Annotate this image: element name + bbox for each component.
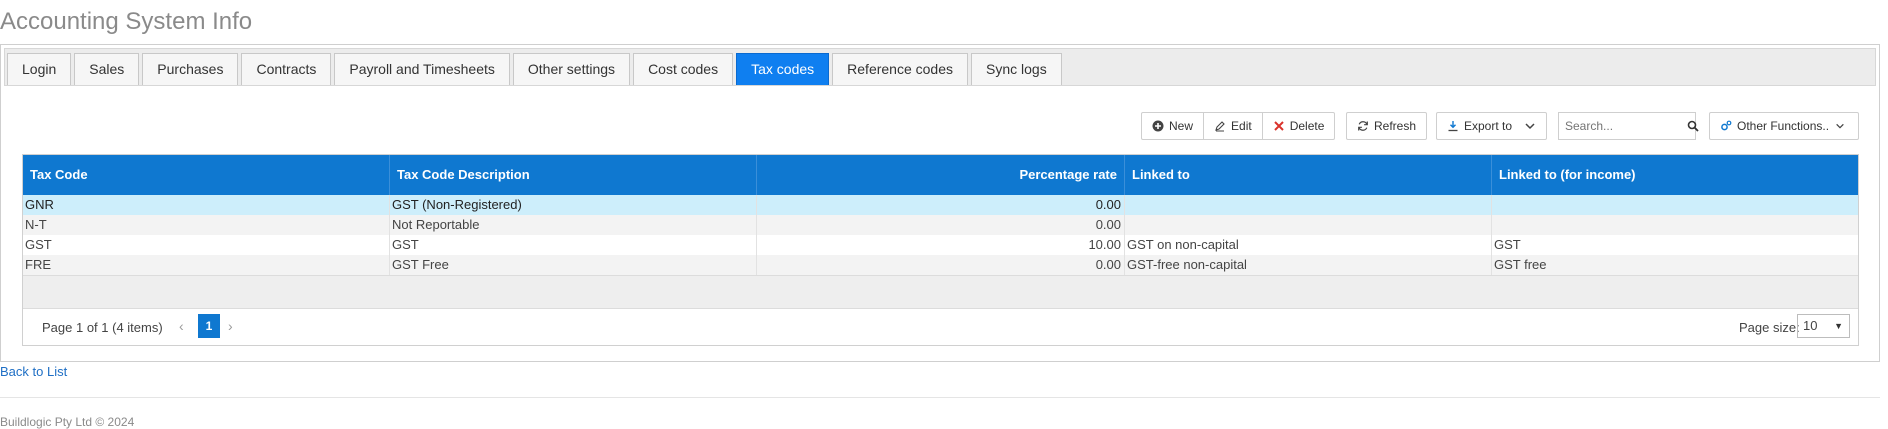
export-button-group: Export to — [1436, 112, 1547, 140]
new-button[interactable]: New — [1142, 113, 1203, 139]
cell-linked: GST-free non-capital — [1125, 255, 1492, 275]
tab-sync-logs[interactable]: Sync logs — [971, 53, 1062, 85]
delete-button-label: Delete — [1289, 119, 1325, 133]
table-row[interactable]: GNR GST (Non-Registered) 0.00 — [23, 195, 1858, 215]
column-header-percentage-rate[interactable]: Percentage rate — [757, 155, 1125, 195]
cell-tax-code: GST — [23, 235, 390, 255]
chevron-left-icon[interactable]: ‹ — [179, 318, 184, 334]
pager-info: Page 1 of 1 (4 items) — [42, 320, 163, 335]
page-number-button[interactable]: 1 — [198, 314, 220, 338]
cell-rate: 0.00 — [757, 215, 1125, 235]
tab-other-settings[interactable]: Other settings — [512, 53, 631, 85]
cell-description: Not Reportable — [390, 215, 757, 235]
new-button-label: New — [1169, 119, 1194, 133]
crud-button-group: New Edit Delete — [1141, 112, 1336, 140]
cell-linked-income: GST free — [1494, 257, 1547, 272]
cell-tax-code: GNR — [23, 195, 390, 215]
chevron-right-icon[interactable]: › — [228, 318, 233, 334]
column-header-linked-to-income[interactable]: Linked to (for income) — [1492, 155, 1858, 195]
cell-linked-income: GST — [1494, 237, 1521, 252]
tab-reference-codes[interactable]: Reference codes — [832, 53, 968, 85]
grid-empty-area — [23, 275, 1858, 309]
tax-codes-grid: Tax Code Tax Code Description Percentage… — [22, 154, 1859, 346]
page-size-label: Page size: — [1739, 320, 1800, 335]
table-row[interactable]: FRE GST Free 0.00 GST-free non-capital G… — [23, 255, 1858, 275]
download-icon — [1447, 120, 1459, 132]
refresh-icon — [1357, 120, 1369, 132]
back-to-list-link[interactable]: Back to List — [0, 364, 67, 379]
tab-cost-codes[interactable]: Cost codes — [633, 53, 734, 85]
search-icon[interactable] — [1687, 120, 1699, 132]
cell-linked: GST on non-capital — [1125, 235, 1492, 255]
cell-rate: 0.00 — [757, 195, 1125, 215]
refresh-button-label: Refresh — [1374, 119, 1417, 133]
cell-linked — [1125, 215, 1492, 235]
column-header-linked-to[interactable]: Linked to — [1125, 155, 1492, 195]
caret-down-icon: ▼ — [1834, 321, 1843, 331]
footer-divider — [0, 397, 1880, 398]
page-size-value: 10 — [1803, 318, 1818, 333]
table-row[interactable]: N-T Not Reportable 0.00 — [23, 215, 1858, 235]
refresh-button-group: Refresh — [1346, 112, 1428, 140]
other-functions-group: Other Functions.. — [1709, 112, 1859, 140]
tab-payroll-and-timesheets[interactable]: Payroll and Timesheets — [334, 53, 510, 85]
grid-rows: GNR GST (Non-Registered) 0.00 N-T Not Re… — [23, 195, 1858, 275]
tab-purchases[interactable]: Purchases — [142, 53, 239, 85]
edit-button-label: Edit — [1231, 119, 1252, 133]
cell-description: GST — [390, 235, 757, 255]
cell-tax-code: N-T — [23, 215, 390, 235]
other-functions-label: Other Functions.. — [1737, 119, 1830, 133]
other-functions-dropdown[interactable]: Other Functions.. — [1710, 113, 1858, 139]
tab-login[interactable]: Login — [7, 53, 72, 85]
page-title: Accounting System Info — [0, 8, 253, 35]
cell-linked-income — [1492, 215, 1858, 235]
tab-strip: Login Sales Purchases Contracts Payroll … — [4, 48, 1876, 86]
pager: Page 1 of 1 (4 items) ‹ 1 › Page size: 1… — [23, 308, 1858, 346]
cell-linked — [1125, 195, 1492, 215]
cell-linked-income — [1492, 195, 1858, 215]
cell-tax-code: FRE — [23, 255, 390, 275]
footer-copyright: Buildlogic Pty Ltd © 2024 — [0, 415, 135, 429]
tab-tax-codes[interactable]: Tax codes — [736, 53, 830, 85]
search-input[interactable] — [1559, 119, 1683, 133]
cell-rate: 0.00 — [757, 255, 1125, 275]
column-header-description[interactable]: Tax Code Description — [390, 155, 757, 195]
search-box — [1558, 112, 1699, 140]
delete-button[interactable]: Delete — [1261, 113, 1335, 139]
grid-header: Tax Code Tax Code Description Percentage… — [23, 155, 1858, 195]
tab-contracts[interactable]: Contracts — [241, 53, 332, 85]
tab-sales[interactable]: Sales — [74, 53, 140, 85]
refresh-button[interactable]: Refresh — [1347, 113, 1426, 139]
chevron-down-icon — [1834, 120, 1846, 132]
close-icon — [1273, 120, 1285, 132]
column-header-tax-code[interactable]: Tax Code — [23, 155, 390, 195]
export-dropdown[interactable]: Export to — [1437, 113, 1546, 139]
cell-rate: 10.00 — [757, 235, 1125, 255]
plus-circle-icon — [1152, 120, 1164, 132]
table-row[interactable]: GST GST 10.00 GST on non-capital GST — [23, 235, 1858, 255]
pencil-icon — [1214, 120, 1226, 132]
cell-description: GST Free — [390, 255, 757, 275]
page-size-select[interactable]: 10 ▼ — [1797, 314, 1850, 338]
export-button-label: Export to — [1464, 119, 1513, 133]
gears-icon — [1720, 120, 1732, 132]
edit-button[interactable]: Edit — [1203, 113, 1262, 139]
chevron-down-icon — [1524, 120, 1536, 132]
tabs: Login Sales Purchases Contracts Payroll … — [7, 53, 1065, 85]
cell-description: GST (Non-Registered) — [390, 195, 757, 215]
